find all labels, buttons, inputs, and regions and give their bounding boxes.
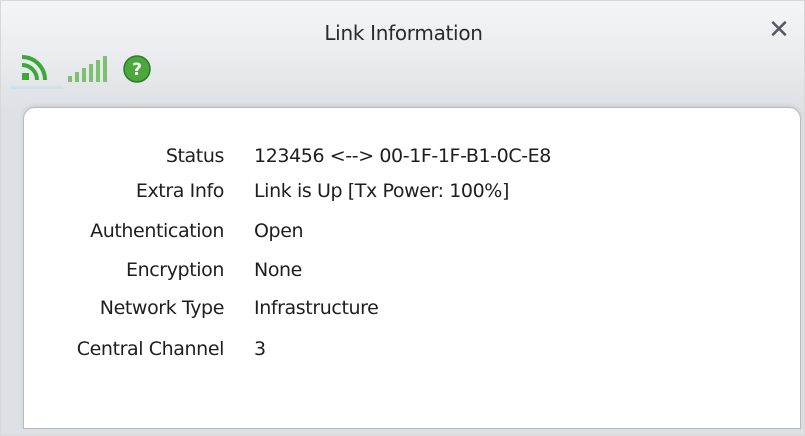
- status-row: Status 123456 <--> 00-1F-1F-B1-0C-E8: [24, 145, 802, 175]
- encryption-label: Encryption: [125, 259, 224, 281]
- svg-text:?: ?: [132, 60, 142, 80]
- authentication-row: Authentication Open: [24, 220, 802, 250]
- link-info-panel: Status 123456 <--> 00-1F-1F-B1-0C-E8 Ext…: [23, 107, 801, 429]
- network-type-label: Network Type: [99, 297, 225, 319]
- signal-tab[interactable]: [63, 49, 119, 89]
- encryption-row: Encryption None: [24, 259, 802, 289]
- network-type-row: Network Type Infrastructure: [24, 297, 802, 327]
- window-title: Link Information: [324, 21, 483, 45]
- network-type-value: Infrastructure: [254, 297, 379, 319]
- toolbar: ?: [11, 45, 155, 89]
- extra-info-value: Link is Up [Tx Power: 100%]: [254, 180, 509, 202]
- authentication-label: Authentication: [90, 220, 224, 242]
- status-label: Status: [165, 145, 225, 167]
- central-channel-value: 3: [254, 338, 266, 360]
- extra-info-label: Extra Info: [135, 180, 225, 202]
- close-icon[interactable]: ✕: [766, 17, 792, 43]
- signal-strength-icon: [68, 56, 107, 82]
- central-channel-label: Central Channel: [76, 338, 225, 360]
- link-info-tab[interactable]: [11, 49, 63, 89]
- wireless-link-icon: [21, 54, 47, 80]
- encryption-value: None: [254, 259, 302, 281]
- authentication-value: Open: [254, 220, 304, 242]
- help-icon: ?: [123, 55, 151, 83]
- central-channel-row: Central Channel 3: [24, 338, 802, 368]
- status-value: 123456 <--> 00-1F-1F-B1-0C-E8: [254, 145, 551, 167]
- help-tab[interactable]: ?: [119, 49, 155, 89]
- link-information-window: Link Information ✕ ? Status 123456 <--> …: [0, 0, 805, 436]
- extra-info-row: Extra Info Link is Up [Tx Power: 100%]: [24, 180, 802, 210]
